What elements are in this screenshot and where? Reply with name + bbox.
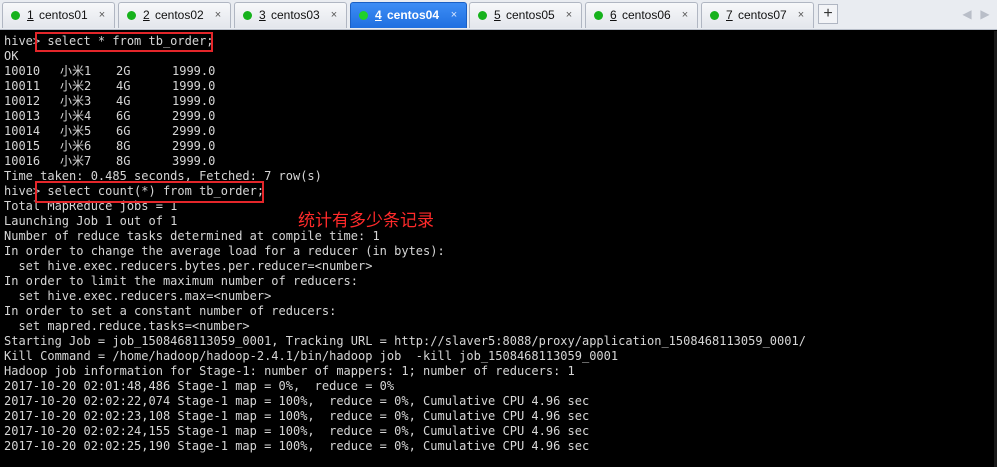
memory-cell: 4G bbox=[116, 79, 131, 93]
tab-number: 3 bbox=[259, 8, 266, 22]
terminal-output[interactable]: hive> select * from tb_order; OK 10010 小… bbox=[0, 31, 997, 467]
memory-cell: 6G bbox=[116, 124, 131, 138]
tab-label: centos07 bbox=[738, 8, 787, 22]
output-line: In order to set a constant number of red… bbox=[4, 304, 337, 318]
output-line: In order to change the average load for … bbox=[4, 244, 445, 258]
close-tab-icon[interactable]: × bbox=[679, 9, 691, 21]
memory-cell: 4G bbox=[116, 94, 131, 108]
price-cell: 1999.0 bbox=[172, 79, 216, 93]
product-name-cell: 小米4 bbox=[60, 109, 92, 123]
tab-label: centos03 bbox=[271, 8, 320, 22]
product-name-cell: 小米7 bbox=[60, 154, 92, 168]
price-cell: 2999.0 bbox=[172, 109, 216, 123]
output-line: 2017-10-20 02:01:48,486 Stage-1 map = 0%… bbox=[4, 379, 395, 393]
close-tab-icon[interactable]: × bbox=[448, 9, 460, 21]
connected-status-icon bbox=[11, 11, 20, 20]
product-name-cell: 小米6 bbox=[60, 139, 92, 153]
close-tab-icon[interactable]: × bbox=[563, 9, 575, 21]
close-tab-icon[interactable]: × bbox=[795, 9, 807, 21]
order-id-cell: 10014 bbox=[4, 124, 41, 138]
output-line: 2017-10-20 02:02:24,155 Stage-1 map = 10… bbox=[4, 424, 590, 438]
output-line: Kill Command = /home/hadoop/hadoop-2.4.1… bbox=[4, 349, 619, 363]
query-highlight-box bbox=[35, 32, 213, 52]
tab-label: centos06 bbox=[622, 8, 671, 22]
annotation-label: 统计有多少条记录 bbox=[298, 211, 434, 231]
order-id-cell: 10012 bbox=[4, 94, 41, 108]
connected-status-icon bbox=[478, 11, 487, 20]
connected-status-icon bbox=[127, 11, 136, 20]
output-line: Number of reduce tasks determined at com… bbox=[4, 229, 380, 243]
close-tab-icon[interactable]: × bbox=[96, 9, 108, 21]
tab-centos04[interactable]: 4 centos04 × bbox=[350, 2, 467, 28]
output-line: 2017-10-20 02:02:25,190 Stage-1 map = 10… bbox=[4, 439, 590, 453]
tab-number: 6 bbox=[610, 8, 617, 22]
order-id-cell: 10016 bbox=[4, 154, 41, 168]
connected-status-icon bbox=[710, 11, 719, 20]
output-line: In order to limit the maximum number of … bbox=[4, 274, 359, 288]
price-cell: 3999.0 bbox=[172, 154, 216, 168]
memory-cell: 6G bbox=[116, 109, 131, 123]
tab-centos06[interactable]: 6 centos06 × bbox=[585, 2, 698, 28]
product-name-cell: 小米3 bbox=[60, 94, 92, 108]
tab-centos02[interactable]: 2 centos02 × bbox=[118, 2, 231, 28]
price-cell: 2999.0 bbox=[172, 124, 216, 138]
new-tab-button[interactable]: + bbox=[818, 4, 838, 24]
scroll-tabs-left-icon[interactable]: ◀ bbox=[960, 6, 974, 22]
tab-label: centos04 bbox=[387, 8, 440, 22]
count-query-highlight-box bbox=[35, 181, 264, 203]
order-id-cell: 10015 bbox=[4, 139, 41, 153]
output-line: set mapred.reduce.tasks=<number> bbox=[4, 319, 250, 333]
product-name-cell: 小米5 bbox=[60, 124, 92, 138]
connected-status-icon bbox=[243, 11, 252, 20]
product-name-cell: 小米1 bbox=[60, 64, 92, 78]
connected-status-icon bbox=[359, 11, 368, 20]
tab-number: 2 bbox=[143, 8, 150, 22]
tab-label: centos05 bbox=[506, 8, 555, 22]
tab-centos03[interactable]: 3 centos03 × bbox=[234, 2, 347, 28]
price-cell: 2999.0 bbox=[172, 139, 216, 153]
tab-number: 1 bbox=[27, 8, 34, 22]
output-line: set hive.exec.reducers.bytes.per.reducer… bbox=[4, 259, 373, 273]
product-name-cell: 小米2 bbox=[60, 79, 92, 93]
session-tab-bar: 1 centos01 × 2 centos02 × 3 centos03 × 4… bbox=[0, 0, 997, 30]
price-cell: 1999.0 bbox=[172, 94, 216, 108]
tab-number: 5 bbox=[494, 8, 501, 22]
output-line: set hive.exec.reducers.max=<number> bbox=[4, 289, 272, 303]
output-line: Hadoop job information for Stage-1: numb… bbox=[4, 364, 575, 378]
memory-cell: 8G bbox=[116, 154, 131, 168]
tab-number: 7 bbox=[726, 8, 733, 22]
tab-centos01[interactable]: 1 centos01 × bbox=[2, 2, 115, 28]
output-line: Launching Job 1 out of 1 bbox=[4, 214, 178, 228]
tab-label: centos02 bbox=[155, 8, 204, 22]
price-cell: 1999.0 bbox=[172, 64, 216, 78]
tab-centos05[interactable]: 5 centos05 × bbox=[469, 2, 582, 28]
tab-label: centos01 bbox=[39, 8, 88, 22]
connected-status-icon bbox=[594, 11, 603, 20]
order-id-cell: 10013 bbox=[4, 109, 41, 123]
close-tab-icon[interactable]: × bbox=[328, 9, 340, 21]
order-id-cell: 10010 bbox=[4, 64, 41, 78]
ok-line: OK bbox=[4, 49, 19, 63]
close-tab-icon[interactable]: × bbox=[212, 9, 224, 21]
scroll-tabs-right-icon[interactable]: ▶ bbox=[978, 6, 992, 22]
output-line: 2017-10-20 02:02:22,074 Stage-1 map = 10… bbox=[4, 394, 590, 408]
memory-cell: 2G bbox=[116, 64, 131, 78]
memory-cell: 8G bbox=[116, 139, 131, 153]
output-line: 2017-10-20 02:02:23,108 Stage-1 map = 10… bbox=[4, 409, 590, 423]
order-id-cell: 10011 bbox=[4, 79, 41, 93]
tab-centos07[interactable]: 7 centos07 × bbox=[701, 2, 814, 28]
output-line: Starting Job = job_1508468113059_0001, T… bbox=[4, 334, 806, 348]
tab-number: 4 bbox=[375, 8, 382, 22]
